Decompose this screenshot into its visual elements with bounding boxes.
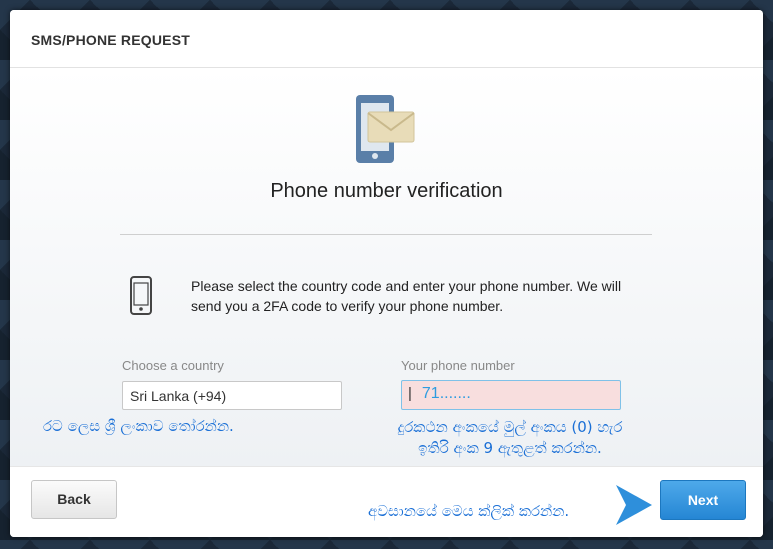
page-heading: Phone number verification: [270, 180, 503, 202]
phone-annotation: දුරකථන අංකයේ මුල් අංකය (0) හැර ඉතිරි අංක…: [350, 417, 670, 459]
phone-number-input[interactable]: | 71.......: [401, 380, 621, 410]
sms-phone-request-dialog: SMS/PHONE REQUEST Phone number verificat…: [10, 10, 763, 537]
phone-annotation-line-2: ඉතිරි අංක 9 ඇතුළත් කරන්න.: [418, 439, 602, 457]
arrow-right-icon: [616, 485, 652, 525]
instructions-text: Please select the country code and enter…: [191, 278, 622, 314]
dialog-title: SMS/PHONE REQUEST: [31, 32, 190, 48]
country-label: Choose a country: [122, 358, 224, 373]
phone-annotation-line-1: දුරකථන අංකයේ මුල් අංකය (0) හැර: [397, 418, 623, 436]
dialog-header: SMS/PHONE REQUEST: [10, 10, 763, 68]
phone-label: Your phone number: [401, 358, 515, 373]
phone-number-value: 71.......: [421, 385, 471, 402]
mobile-phone-icon: [130, 276, 152, 315]
phone-envelope-icon: [356, 95, 415, 163]
dialog-body: Phone number verification Please select …: [10, 68, 763, 466]
text-cursor: |: [408, 385, 412, 402]
country-select[interactable]: Sri Lanka (+94): [122, 381, 342, 410]
country-annotation: රට ලෙස ශ්‍රී ලංකාව තෝරන්න.: [43, 417, 234, 435]
back-button[interactable]: Back: [31, 480, 117, 519]
next-button[interactable]: Next: [660, 480, 746, 520]
next-annotation: අවසානයේ මෙය ක්ලික් කරන්න.: [368, 502, 570, 520]
divider: [120, 234, 652, 235]
dialog-footer: Back අවසානයේ මෙය ක්ලික් කරන්න. Next: [10, 466, 763, 537]
